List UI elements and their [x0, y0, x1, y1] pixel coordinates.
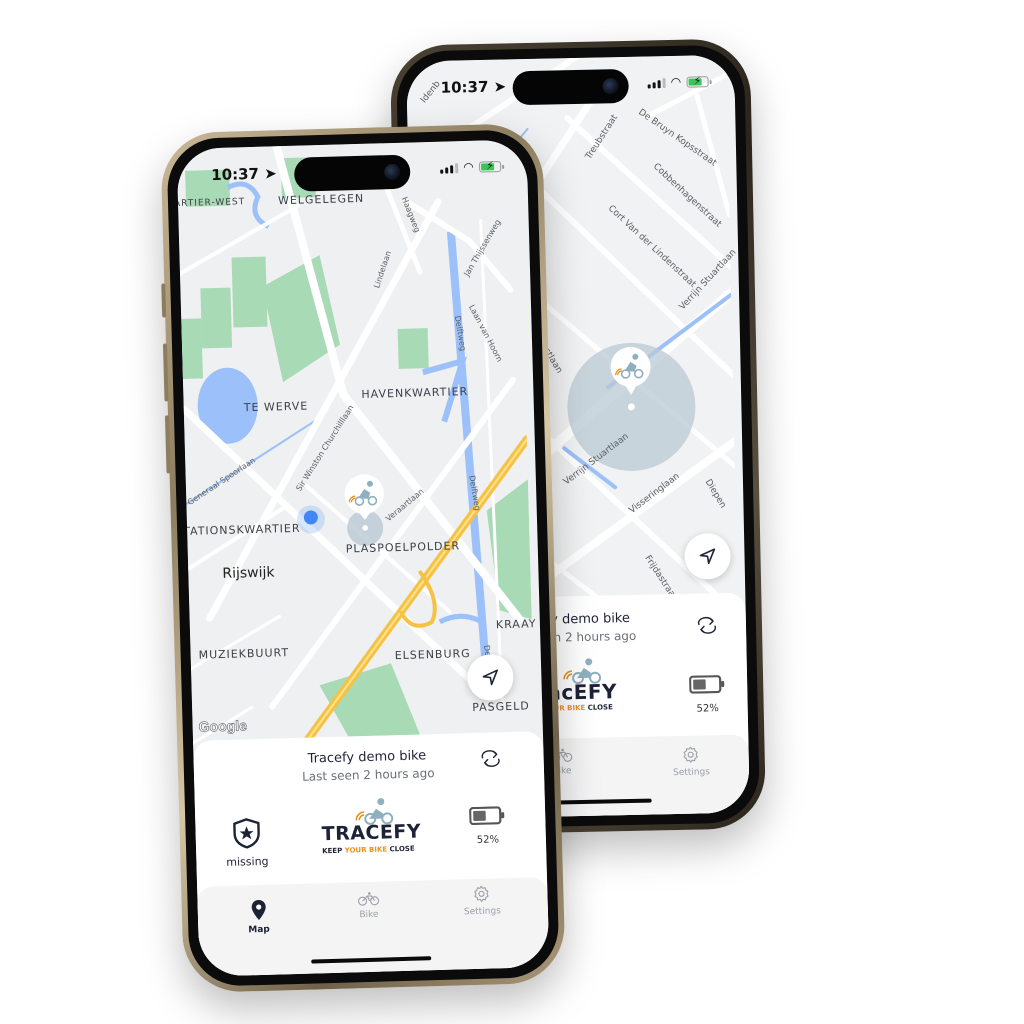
tab-label: Bike [359, 909, 379, 921]
police-shield-icon [233, 818, 260, 849]
clock: 10:37 [440, 77, 489, 97]
tab-map[interactable]: Map [247, 899, 270, 936]
wifi-icon: ◠ [463, 159, 474, 175]
missing-status[interactable]: missing [221, 817, 272, 869]
tracefy-logo: TRACEFY KEEP YOUR BIKE CLOSE [317, 796, 429, 863]
district-label: ELSENBURG [394, 647, 471, 663]
navigation-arrow-icon [699, 548, 716, 565]
tab-label: Map [248, 924, 270, 936]
district-label: KRAAY [495, 617, 537, 632]
last-seen-text: Last seen 2 hours ago [301, 766, 435, 784]
last-seen-text: en 2 hours ago [546, 628, 637, 645]
navigation-arrow-icon [482, 669, 498, 686]
tab-label: Settings [463, 906, 501, 918]
tab-settings[interactable]: Settings [672, 745, 710, 778]
battery-percent: 52% [696, 703, 719, 715]
tagline-end: CLOSE [387, 844, 415, 854]
refresh-button[interactable] [479, 748, 502, 773]
refresh-icon [697, 616, 717, 634]
district-label: WELGELEGEN [277, 191, 365, 208]
tagline-end: CLOSE [585, 703, 613, 712]
cellular-signal-icon [647, 77, 666, 88]
google-attribution[interactable]: Google [198, 717, 247, 735]
status-icons: ◠ ⚡ [439, 159, 502, 175]
gear-icon [474, 885, 489, 902]
district-label: ARTIER-WEST [176, 197, 246, 210]
tab-bike[interactable]: Bike [357, 892, 380, 921]
tagline-highlight: YOUR BIKE [344, 845, 388, 855]
gear-icon [684, 746, 699, 763]
location-arrow-icon: ➤ [493, 77, 507, 96]
location-arrow-icon: ➤ [263, 164, 278, 183]
bike-info-sheet: Tracefy demo bike Last seen 2 hours ago … [193, 731, 550, 977]
volume-down-button [164, 415, 171, 474]
city-label: Rijswijk [222, 564, 275, 582]
tab-settings[interactable]: Settings [463, 884, 501, 917]
refresh-button[interactable] [696, 615, 718, 639]
bike-name: fy demo bike [545, 610, 631, 628]
district-label: TE WERVE [243, 399, 309, 415]
missing-label: missing [226, 854, 269, 869]
battery-charging-icon: ⚡ [478, 159, 502, 173]
clock: 10:37 [210, 164, 260, 185]
tagline-start: KEEP [322, 846, 345, 856]
home-indicator[interactable] [311, 956, 432, 964]
battery-indicator: 52% [465, 806, 510, 846]
logo-wordmark: TRACEFY [321, 820, 422, 846]
battery-percent: 52% [476, 834, 500, 846]
status-time: 10:37 ➤ [440, 77, 506, 96]
bicycle-icon [358, 892, 380, 906]
front-phone-screen: ARTIER-WEST WELGELEGEN TE WERVE HAVENKWA… [176, 139, 550, 977]
status-icons: ◠ ⚡ [647, 74, 709, 89]
district-label: PASGELD [472, 699, 530, 715]
wifi-icon: ◠ [671, 74, 681, 89]
cellular-signal-icon [439, 162, 459, 174]
tab-bar: Map Bike Settings [197, 876, 550, 977]
logo-tagline: KEEP YOUR BIKE CLOSE [322, 845, 415, 856]
status-time: 10:37 ➤ [211, 164, 277, 184]
tab-label: Settings [672, 767, 711, 779]
battery-indicator: 52% [685, 675, 730, 715]
battery-icon [689, 675, 725, 694]
battery-charging-icon: ⚡ [686, 74, 709, 88]
action-button [161, 283, 167, 318]
refresh-icon [481, 750, 500, 767]
district-label: MUZIEKBUURT [198, 646, 290, 662]
front-phone: ARTIER-WEST WELGELEGEN TE WERVE HAVENKWA… [160, 122, 566, 994]
battery-icon [469, 806, 505, 826]
map-pin-icon [251, 900, 266, 921]
bike-name: Tracefy demo bike [307, 748, 427, 767]
front-phone-bezel: ARTIER-WEST WELGELEGEN TE WERVE HAVENKWA… [166, 128, 560, 988]
volume-up-button [162, 343, 169, 402]
